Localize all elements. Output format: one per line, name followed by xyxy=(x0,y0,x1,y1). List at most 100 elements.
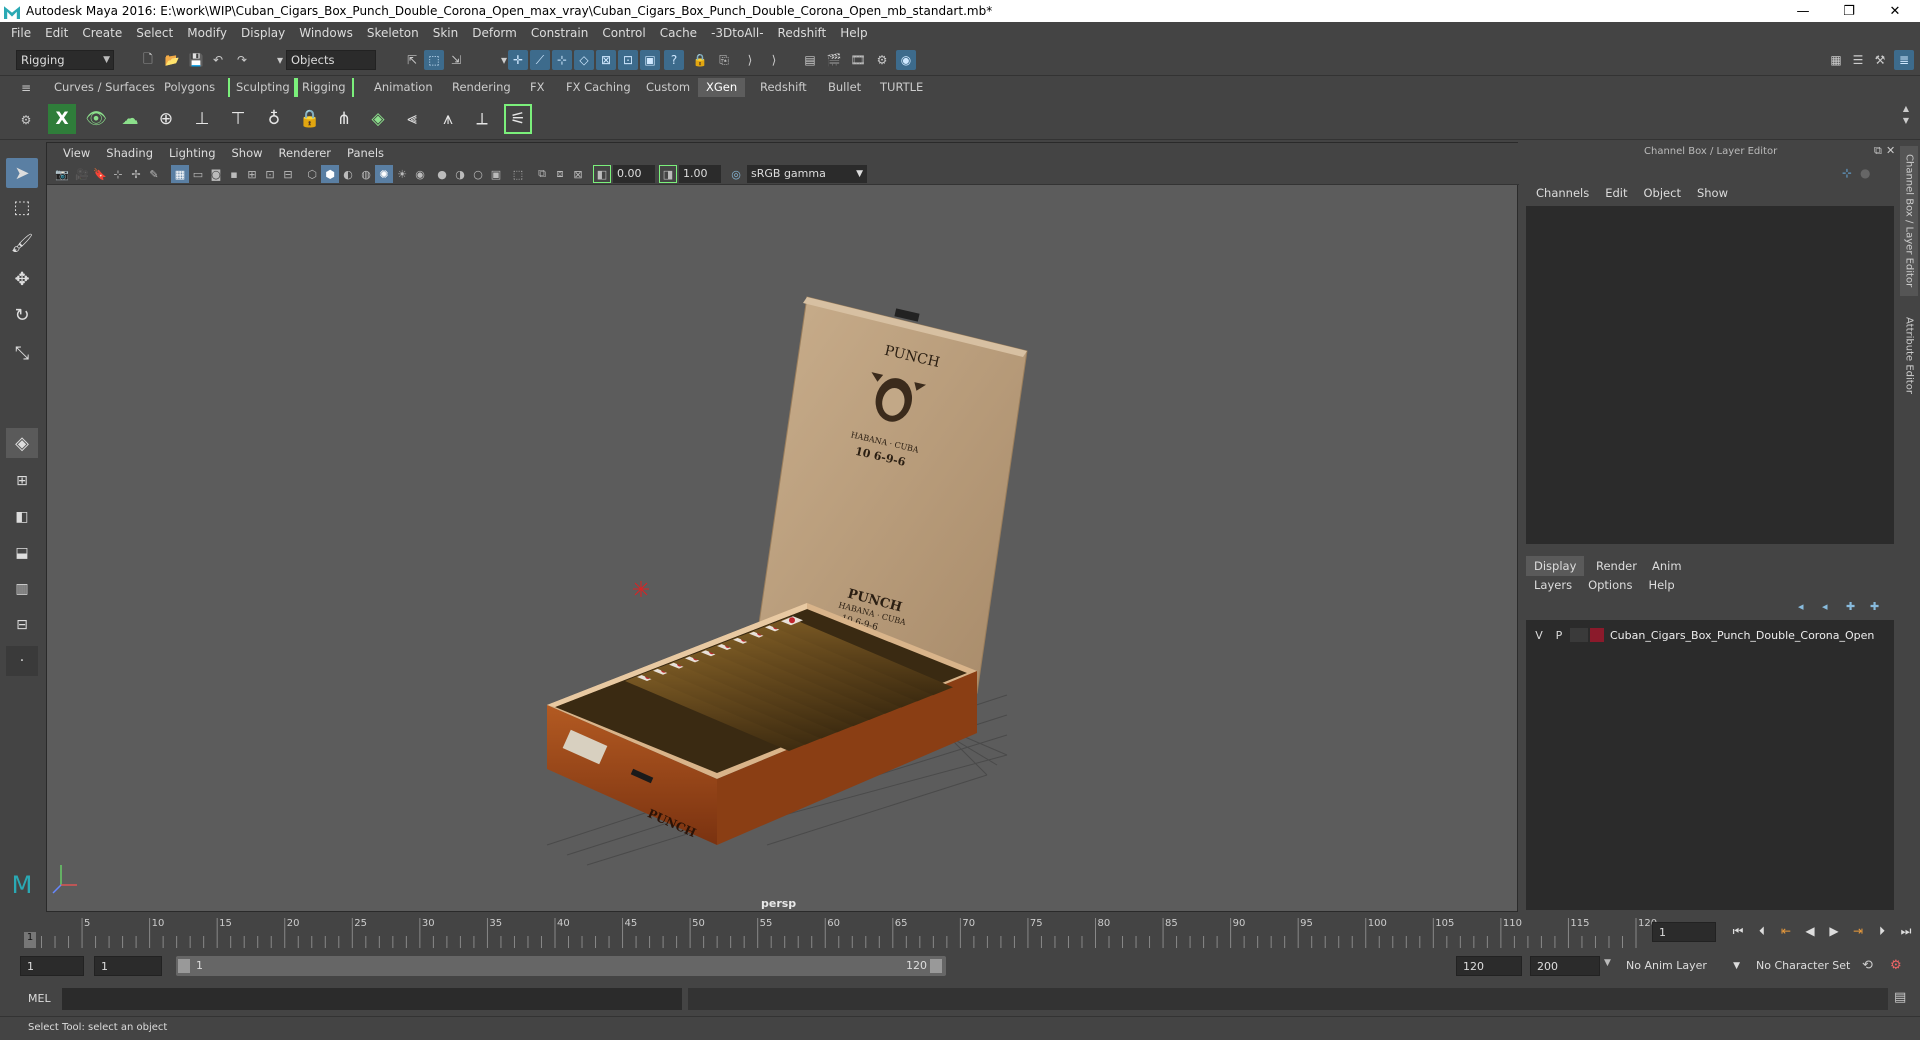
shelf-tab-redshift[interactable]: Redshift xyxy=(758,78,809,97)
grease-pencil-icon[interactable]: ✎ xyxy=(145,165,163,183)
rotate-tool-icon[interactable]: ↻ xyxy=(6,300,38,330)
tool-settings-toggle-icon[interactable]: ⚒ xyxy=(1870,50,1890,70)
menu-select[interactable]: Select xyxy=(129,26,180,40)
xgen-create-description-icon[interactable]: ☁ xyxy=(116,104,144,134)
menu-display[interactable]: Display xyxy=(234,26,292,40)
wireframe-icon[interactable]: ⬡ xyxy=(303,165,321,183)
select-hierarchy-icon[interactable]: ⇱ xyxy=(402,50,422,70)
smooth-shade-icon[interactable]: ⬢ xyxy=(321,165,339,183)
anti-aliasing-icon[interactable]: ◑ xyxy=(451,165,469,183)
menu-edit[interactable]: Edit xyxy=(38,26,75,40)
new-empty-layer-icon[interactable]: ✚ xyxy=(1846,600,1855,613)
select-component-icon[interactable]: ⇲ xyxy=(446,50,466,70)
time-slider[interactable]: 5 10 15 20 25 30 35 40 45 50 55 60 65 70 75 80 85 90 95 100… xyxy=(0,912,1920,950)
hypershade-layout-icon[interactable]: ▥ xyxy=(6,574,38,604)
xgen-groom-splines-icon[interactable]: ⚟ xyxy=(504,104,532,134)
menu-set-dropdown[interactable]: Rigging ▼ xyxy=(16,50,114,70)
command-input[interactable] xyxy=(62,988,682,1010)
xgen-editor-icon[interactable]: X xyxy=(48,104,76,134)
depth-of-field-icon[interactable]: ○ xyxy=(469,165,487,183)
script-editor-icon[interactable]: ▤ xyxy=(1894,990,1906,1005)
maya-home-icon[interactable]: M xyxy=(6,870,38,900)
viewport-menu-shading[interactable]: Shading xyxy=(98,146,161,160)
current-frame-field[interactable]: 1 xyxy=(1652,922,1716,942)
render-frame-icon[interactable]: 🎬 xyxy=(824,50,844,70)
move-layer-up-icon[interactable]: ◂ xyxy=(1798,600,1804,613)
step-back-key-icon[interactable]: ⇤ xyxy=(1776,922,1796,940)
range-bar[interactable]: 1 120 xyxy=(176,956,946,976)
make-live-icon[interactable]: ▣ xyxy=(640,50,660,70)
exposure-field[interactable]: 0.00 xyxy=(613,165,655,183)
shelf-menu-icon[interactable]: ≡ xyxy=(16,78,36,98)
step-back-frame-icon[interactable]: ⏴ xyxy=(1752,922,1772,940)
snap-center-icon[interactable]: ⊡ xyxy=(618,50,638,70)
image-plane-icon[interactable]: ⊹ xyxy=(109,165,127,183)
lock-icon[interactable]: 🔒 xyxy=(690,50,710,70)
wireframe-on-shaded-icon[interactable]: ◐ xyxy=(339,165,357,183)
exposure-icon[interactable]: ◧ xyxy=(593,165,611,183)
menu-help[interactable]: Help xyxy=(833,26,874,40)
render-settings-icon[interactable]: ⚙ xyxy=(872,50,892,70)
resolution-gate-icon[interactable]: ◙ xyxy=(207,165,225,183)
xgen-place-guides-icon[interactable]: ⊕ xyxy=(152,104,180,134)
four-view-layout-icon[interactable]: ⊞ xyxy=(6,466,38,496)
playback-end-field[interactable]: 120 xyxy=(1456,956,1522,976)
xgen-guide-to-curve-icon[interactable]: ⋔ xyxy=(330,104,358,134)
layer-tab-render[interactable]: Render xyxy=(1588,556,1645,576)
layer-tab-display[interactable]: Display xyxy=(1526,556,1585,576)
select-object-icon[interactable]: ⬚ xyxy=(424,50,444,70)
layer-menu-options[interactable]: Options xyxy=(1580,578,1640,596)
frame-all-icon[interactable]: ⊠ xyxy=(569,165,587,183)
xray-components-icon[interactable]: ⧈ xyxy=(551,165,569,183)
menu-file[interactable]: File xyxy=(4,26,38,40)
layer-type-toggle[interactable] xyxy=(1570,628,1588,642)
layer-color-swatch[interactable] xyxy=(1590,628,1604,642)
close-panel-icon[interactable]: ✕ xyxy=(1886,144,1895,157)
gamma-field[interactable]: 1.00 xyxy=(679,165,721,183)
shadows-icon[interactable]: ☀ xyxy=(393,165,411,183)
step-forward-frame-icon[interactable]: ⏵ xyxy=(1872,922,1892,940)
new-layer-selected-icon[interactable]: ✚ xyxy=(1870,600,1879,613)
menu-cache[interactable]: Cache xyxy=(653,26,704,40)
isolate-select-icon[interactable]: ▣ xyxy=(487,165,505,183)
minimize-button[interactable]: — xyxy=(1780,0,1826,22)
animation-end-field[interactable]: 200 xyxy=(1530,956,1600,976)
scale-tool-icon[interactable]: ⤡ xyxy=(6,338,38,368)
grid-toggle-icon[interactable]: ▦ xyxy=(171,165,189,183)
layer-tab-anim[interactable]: Anim xyxy=(1644,556,1690,576)
selection-mode-dropdown[interactable]: Objects xyxy=(286,50,376,70)
new-scene-icon[interactable]: 🗋 xyxy=(138,50,158,70)
xray-icon[interactable]: ⬚ xyxy=(509,165,527,183)
channel-box-menu-channels[interactable]: Channels xyxy=(1528,186,1597,204)
shelf-tab-fx-caching[interactable]: FX Caching xyxy=(564,78,633,97)
snap-grid-icon[interactable]: ✛ xyxy=(508,50,528,70)
shelf-tab-sculpting[interactable]: Sculpting xyxy=(228,78,298,97)
xray-joints-icon[interactable]: ⧉ xyxy=(533,165,551,183)
viewport-menu-view[interactable]: View xyxy=(55,146,98,160)
layer-name[interactable]: Cuban_Cigars_Box_Punch_Double_Corona_Ope… xyxy=(1610,629,1874,642)
menu-skin[interactable]: Skin xyxy=(426,26,466,40)
xgen-groom-brush-icon[interactable]: ⩚ xyxy=(434,104,462,134)
channel-box-toggle-icon[interactable]: ≣ xyxy=(1894,50,1914,70)
menu-create[interactable]: Create xyxy=(75,26,129,40)
input-arrow-icon[interactable]: ⟩ xyxy=(740,50,760,70)
shelf-tab-fx[interactable]: FX xyxy=(528,78,547,97)
select-tool-icon[interactable]: ➤ xyxy=(6,158,38,188)
safe-title-icon[interactable]: ⊟ xyxy=(279,165,297,183)
viewport-menu-show[interactable]: Show xyxy=(224,146,271,160)
xgen-interactive-groom-icon[interactable]: ⫷ xyxy=(398,104,426,134)
step-forward-key-icon[interactable]: ⇥ xyxy=(1848,922,1868,940)
float-panel-icon[interactable]: ⧉ xyxy=(1874,144,1882,158)
redo-icon[interactable]: ↷ xyxy=(232,50,252,70)
persp-outliner-layout-icon[interactable]: ◧ xyxy=(6,502,38,532)
shelf-scroll-down-icon[interactable]: ▼ xyxy=(1896,110,1916,130)
camera-select-icon[interactable]: 📷 xyxy=(53,165,71,183)
play-backwards-icon[interactable]: ◀ xyxy=(1800,922,1820,940)
paint-select-tool-icon[interactable]: 🖌 xyxy=(6,228,38,258)
perspective-viewport[interactable]: PUNCH HABANA · CUBA 10 6-9-6 PUNCH HABAN… xyxy=(47,185,1517,911)
gamma-icon[interactable]: ◨ xyxy=(659,165,677,183)
restore-button[interactable]: ❐ xyxy=(1826,0,1872,22)
layer-playback-toggle[interactable]: P xyxy=(1548,629,1570,642)
current-time-marker[interactable]: 1 xyxy=(24,932,36,948)
open-scene-icon[interactable]: 📂 xyxy=(162,50,182,70)
